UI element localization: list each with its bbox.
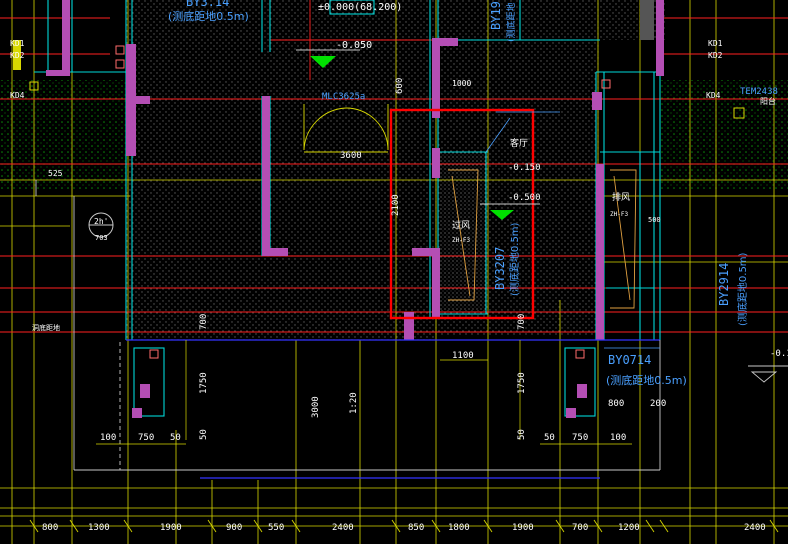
dim-1100: 1100: [452, 351, 474, 361]
by3207-label: BY3207: [493, 247, 507, 290]
kd4-right-label: KD4: [706, 91, 721, 100]
tem-label: TEM2438: [740, 87, 778, 97]
small-dim-50-r: 50: [544, 433, 555, 443]
dim-200-r: 200: [650, 399, 666, 409]
top-left-sub: (测底距地0.5m): [168, 9, 249, 23]
floor-slab-main: [126, 0, 436, 340]
top-tag-mid-sub: (测底距地: [505, 2, 517, 42]
by2914-label: BY2914: [717, 263, 731, 306]
hdim-2400a: 2400: [332, 523, 354, 533]
hdim-700: 700: [572, 523, 588, 533]
dim-2100-rot: 2100: [391, 194, 401, 216]
top-slab-mid: [435, 0, 665, 40]
vdim-1750-right: 1750: [517, 372, 527, 394]
small-dim-100-r: 100: [610, 433, 626, 443]
dim-525: 525: [48, 169, 63, 178]
by2914-sub: (测底距地0.5m): [736, 252, 749, 326]
small-dim-50-lv: 50: [199, 429, 209, 440]
small-dim-50-rv: 50: [517, 429, 527, 440]
dim-500-r: 500: [648, 216, 661, 224]
hdim-1900b: 1900: [512, 523, 534, 533]
hdim-850: 850: [408, 523, 424, 533]
dim-1000: 1000: [452, 79, 471, 88]
dim-600-rot: 600: [395, 78, 405, 94]
vdim-1-20: 1:20: [349, 392, 359, 414]
dimension-lines: [0, 340, 788, 527]
elev-top-label: ±0.000(68.200): [318, 2, 402, 13]
hdim-1800: 1800: [448, 523, 470, 533]
dim-700-b: 700: [517, 314, 527, 330]
kd4-label: KD4: [10, 91, 25, 100]
top-left-tag: BY3.14: [186, 0, 229, 9]
hdim-1200: 1200: [618, 523, 640, 533]
hdim-550: 550: [268, 523, 284, 533]
elev-050-label: -0.050: [336, 40, 372, 51]
small-dim-100-l: 100: [100, 433, 116, 443]
elev-0150-label: -0.150: [508, 163, 541, 173]
cad-floor-plan: ±0.000(68.200) -0.050 MLC3625a 3600 1000…: [0, 0, 788, 544]
corridor-hatch: [440, 152, 486, 310]
dim-700-a: 700: [199, 314, 209, 330]
hdim-1300: 1300: [88, 523, 110, 533]
small-dim-50-l: 50: [170, 433, 181, 443]
door-mlc-label: MLC3625a: [322, 92, 365, 102]
vdim-3000: 3000: [311, 396, 321, 418]
top-tag-mid: BY19: [489, 1, 503, 30]
hdim-800: 800: [42, 523, 58, 533]
slope-bottom: 703: [95, 234, 108, 242]
left-mark: 洞底距地: [32, 323, 60, 332]
kd2-right-label: KD2: [708, 51, 723, 60]
by0714-sub: (测底距地0.5m): [606, 373, 687, 387]
room-main-label: 客厅: [510, 137, 528, 149]
dim-3600: 3600: [340, 151, 362, 161]
room-corridor-label: 过风: [452, 219, 470, 231]
elev-0500-label: -0.500: [508, 193, 541, 203]
slab-edge-blue: [126, 339, 660, 479]
hdim-2400b: 2400: [744, 523, 766, 533]
kd1-right-label: KD1: [708, 39, 723, 48]
room-corridor-sub: ZH-F3: [452, 237, 470, 244]
elev-right-label: -0.1: [770, 349, 788, 359]
room-right-sub: ZH-F3: [610, 211, 628, 218]
small-dim-750-l: 750: [138, 433, 154, 443]
balcony-label: 阳台: [760, 96, 776, 106]
vdim-1750-left: 1750: [199, 372, 209, 394]
small-dim-750-r: 750: [572, 433, 588, 443]
hdim-900: 900: [226, 523, 242, 533]
slope-top: 2h': [94, 217, 108, 226]
by0714-label: BY0714: [608, 353, 651, 367]
kd1-label: KD1: [10, 39, 25, 48]
hdim-1900a: 1900: [160, 523, 182, 533]
room-right-label: 排风: [612, 191, 630, 203]
kd2-label: KD2: [10, 51, 25, 60]
dim-800-r: 800: [608, 399, 624, 409]
by3207-sub: (测底距地0.5m): [508, 222, 521, 296]
